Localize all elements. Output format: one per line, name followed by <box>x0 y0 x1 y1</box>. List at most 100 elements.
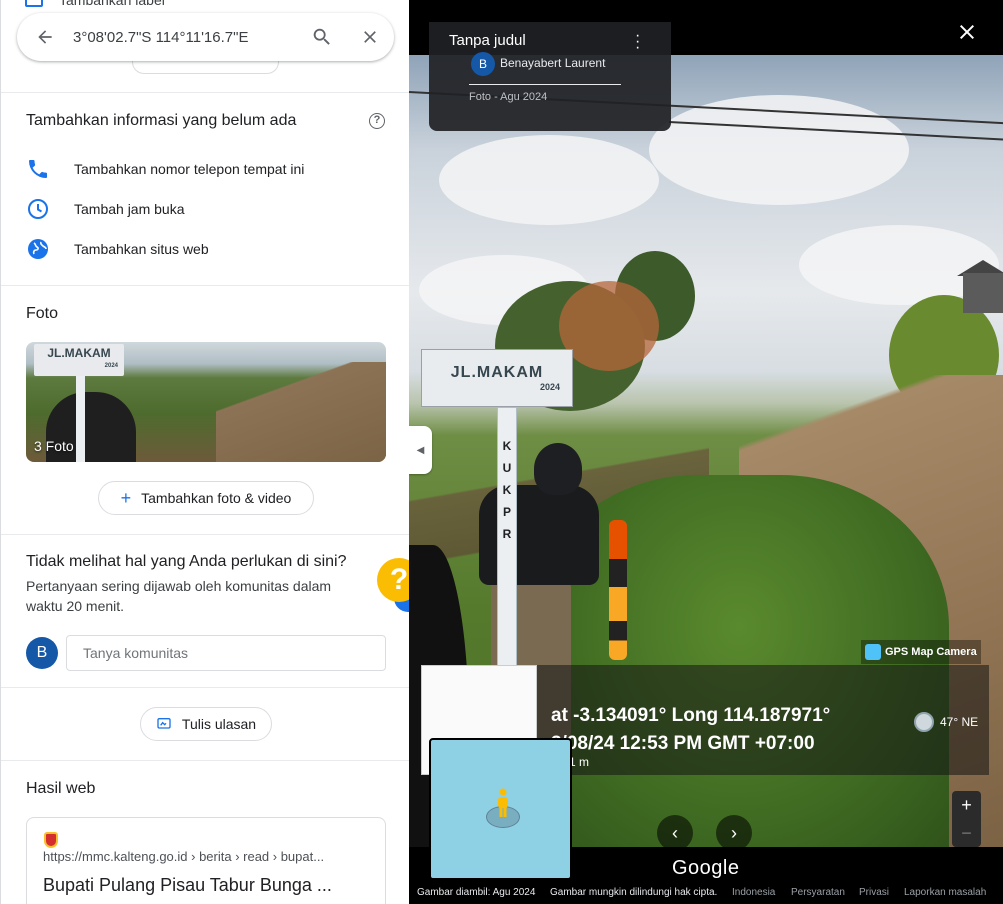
report-problem-link[interactable]: Laporkan masalah <box>904 887 986 898</box>
community-subtitle: Pertanyaan sering dijawab oleh komunitas… <box>26 578 332 614</box>
globe-icon <box>28 239 48 259</box>
photos-title: Foto <box>26 305 59 322</box>
plus-icon: + <box>120 487 132 508</box>
author-name[interactable]: Benayabert Laurent <box>500 56 605 70</box>
divider <box>1 760 409 761</box>
user-avatar: B <box>26 637 58 669</box>
google-logo: Google <box>672 857 740 879</box>
web-result-title[interactable]: Bupati Pulang Pisau Tabur Bunga ... <box>43 875 373 896</box>
pole-letter: U <box>502 461 512 475</box>
community-title: Tidak melihat hal yang Anda perlukan di … <box>26 553 347 570</box>
close-icon <box>364 31 376 43</box>
phone-icon <box>29 160 47 178</box>
place-details-panel: Tambahkan label 3°08'02.7"S 114°11'16.7"… <box>0 0 409 904</box>
pole-letter: R <box>502 527 512 541</box>
add-phone-row[interactable]: Tambahkan nomor telepon tempat ini <box>26 155 386 183</box>
photo-sign-year: 2024 <box>104 363 118 369</box>
help-circle-icon[interactable]: ? <box>369 113 385 129</box>
ask-community-input[interactable]: Tanya komunitas <box>66 635 386 671</box>
minimap[interactable] <box>429 738 572 880</box>
more-options-icon[interactable]: · · · <box>635 28 640 56</box>
pole-letter: K <box>502 483 512 497</box>
capture-date: Gambar diambil: Agu 2024 <box>417 887 536 898</box>
divider <box>1 92 409 93</box>
photo-sign-text: JL.MAKAM <box>47 346 111 360</box>
compass-icon <box>914 712 934 732</box>
search-bar: 3°08'02.7"S 114°11'16.7"E <box>17 13 394 61</box>
divider <box>1 534 409 535</box>
review-icon <box>157 718 171 729</box>
web-result-url: https://mmc.kalteng.go.id › berita › rea… <box>43 849 325 864</box>
compass-readout: 47° NE <box>914 712 978 732</box>
viewer-footer: Gambar diambil: Agu 2024 Gambar mungkin … <box>409 887 1003 904</box>
close-viewer-button[interactable] <box>955 20 979 44</box>
next-photo-button[interactable]: › <box>716 815 752 851</box>
copyright-notice: Gambar mungkin dilindungi hak cipta. <box>550 887 718 898</box>
house <box>963 273 1003 313</box>
close-icon <box>960 25 974 39</box>
info-divider <box>469 84 621 85</box>
gps-brand-label: GPS Map Camera <box>885 646 977 658</box>
cloud <box>439 135 659 225</box>
street-sign: JL.MAKAM 2024 <box>421 349 573 407</box>
add-label-row[interactable]: Tambahkan label <box>25 0 165 8</box>
collapse-panel-button[interactable]: ◀ <box>409 426 432 474</box>
question-bubble-icon: ? <box>377 558 409 602</box>
add-website-row[interactable]: Tambahkan situs web <box>26 235 386 263</box>
back-button[interactable] <box>17 27 73 47</box>
gps-map-camera-badge: GPS Map Camera <box>861 640 981 664</box>
photo-title: Tanpa judul <box>449 32 526 49</box>
write-review-label: Tulis ulasan <box>181 716 257 732</box>
add-label-text: Tambahkan label <box>59 0 165 8</box>
divider <box>1 687 409 688</box>
clear-search-button[interactable] <box>346 27 394 47</box>
photo-viewer: K U K P R JL.MAKAM 2024 GPS Map Camera a… <box>409 0 1003 904</box>
web-result-card[interactable]: https://mmc.kalteng.go.id › berita › rea… <box>26 817 386 904</box>
search-input[interactable]: 3°08'02.7"S 114°11'16.7"E <box>73 29 298 46</box>
gps-timestamp: 3/08/24 12:53 PM GMT +07:00 <box>551 733 815 754</box>
web-results-title: Hasil web <box>26 780 96 797</box>
pole-letter: K <box>502 439 512 453</box>
app-root: Tambahkan label 3°08'02.7"S 114°11'16.7"… <box>0 0 1003 904</box>
search-button[interactable] <box>298 26 346 48</box>
street-sign-text: JL.MAKAM <box>450 364 544 381</box>
add-photo-label: Tambahkan foto & video <box>141 490 292 506</box>
person-head <box>534 443 582 495</box>
gps-coordinates: at -3.134091° Long 114.187971° <box>551 705 831 726</box>
privacy-link[interactable]: Privasi <box>859 887 889 898</box>
chevron-left-icon: ‹ <box>672 822 678 843</box>
arrow-left-icon <box>38 30 52 44</box>
camera-icon <box>865 644 881 660</box>
chevron-left-icon: ◀ <box>416 444 425 456</box>
zoom-control: + − <box>952 791 981 847</box>
tree <box>559 281 659 371</box>
add-photo-button[interactable]: + Tambahkan foto & video <box>98 481 314 515</box>
terms-link[interactable]: Persyaratan <box>791 887 845 898</box>
photo-date: Foto - Agu 2024 <box>469 91 548 103</box>
author-avatar[interactable]: B <box>471 52 495 76</box>
photo-thumbnail[interactable]: JL.MAKAM 2024 3 Foto <box>26 342 386 462</box>
site-favicon-icon <box>44 832 58 848</box>
chevron-right-icon: › <box>731 822 737 843</box>
add-info-title: Tambahkan informasi yang belum ada <box>26 112 297 129</box>
clock-icon <box>28 199 48 219</box>
photo-pole <box>76 376 85 462</box>
previous-photo-button[interactable]: ‹ <box>657 815 693 851</box>
add-hours-row[interactable]: Tambah jam buka <box>26 195 386 223</box>
photo-road <box>216 362 386 462</box>
region-link[interactable]: Indonesia <box>732 887 775 898</box>
photo-count: 3 Foto <box>34 438 74 454</box>
pole-letters: K U K P R <box>501 435 513 545</box>
add-website-label: Tambahkan situs web <box>74 241 209 257</box>
zoom-out-button[interactable]: − <box>961 823 972 844</box>
add-hours-label: Tambah jam buka <box>74 201 185 217</box>
striped-bollard <box>609 520 627 660</box>
label-icon <box>25 0 43 7</box>
pegman-icon <box>498 788 508 817</box>
street-sign-year: 2024 <box>539 382 560 392</box>
write-review-button[interactable]: Tulis ulasan <box>140 707 272 741</box>
photo-sign: JL.MAKAM 2024 <box>34 344 124 376</box>
compass-label: 47° NE <box>940 715 979 729</box>
divider <box>1 285 409 286</box>
zoom-in-button[interactable]: + <box>961 795 972 816</box>
